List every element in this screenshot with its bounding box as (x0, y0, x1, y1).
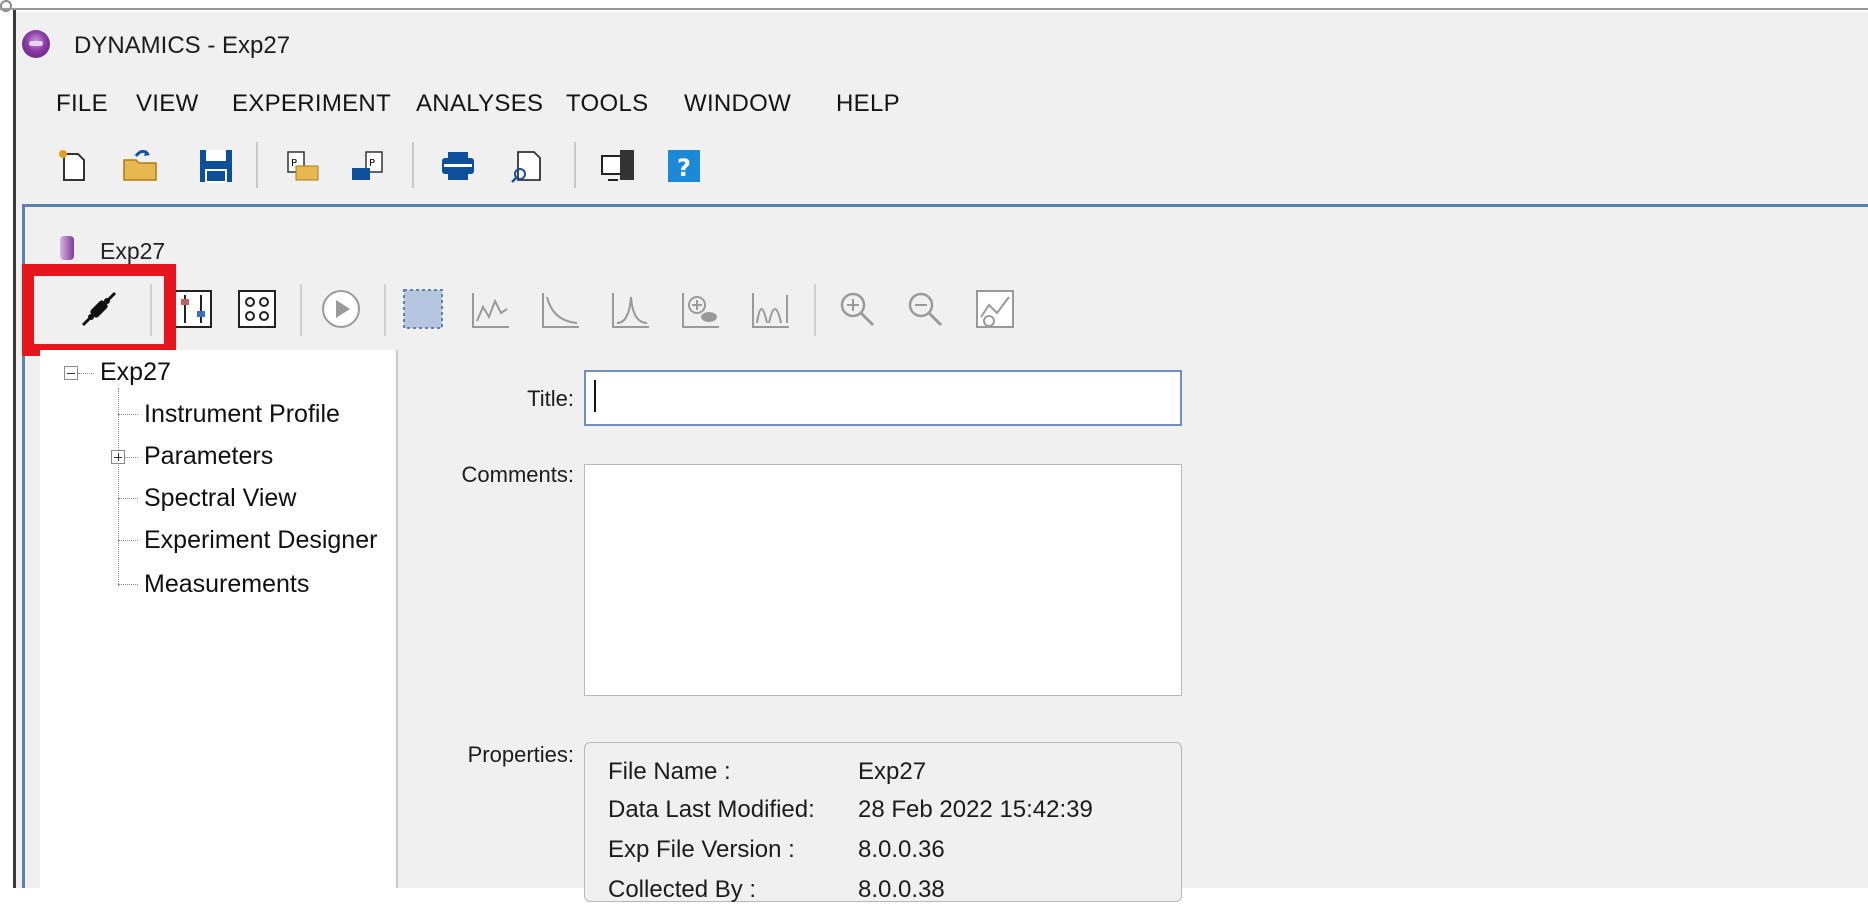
plate-icon[interactable] (232, 284, 282, 334)
app-logo-icon (22, 30, 50, 58)
window-left-border (13, 10, 16, 888)
collapse-icon[interactable] (64, 366, 78, 380)
tree-connector (118, 584, 138, 585)
menu-window[interactable]: WINDOW (684, 90, 791, 118)
prop-key: File Name : (608, 758, 731, 785)
zoom-out-icon[interactable] (900, 284, 950, 334)
tree-connector (78, 373, 94, 374)
tree-root[interactable]: Exp27 (100, 358, 171, 387)
toolbar-separator (412, 142, 414, 188)
properties-label: Properties: (467, 742, 574, 767)
prop-key: Exp File Version : (608, 836, 795, 863)
tree-connector (125, 457, 138, 458)
toolbar-separator (814, 284, 816, 336)
instrument-window-icon[interactable] (596, 144, 640, 188)
text-caret (594, 380, 596, 412)
decay-icon[interactable] (536, 284, 586, 334)
svg-text:P: P (369, 158, 375, 169)
window-top-border (0, 8, 1868, 10)
highlight-box (22, 264, 176, 356)
expand-icon[interactable] (111, 450, 125, 464)
tree-item-measurements[interactable]: Measurements (144, 570, 309, 599)
print-icon[interactable] (436, 144, 480, 188)
experiment-doc-icon (60, 236, 74, 260)
tree-item-instrument-profile[interactable]: Instrument Profile (144, 400, 340, 429)
title-label: Title: (527, 386, 574, 411)
prop-value: Exp27 (858, 758, 927, 785)
window-corner-handle (0, 0, 12, 12)
toolbar-separator (384, 284, 386, 336)
zoom-in-icon[interactable] (832, 284, 882, 334)
tree-item-spectral-view[interactable]: Spectral View (144, 484, 296, 513)
spectrum-icon[interactable] (466, 284, 516, 334)
tree-item-parameters[interactable]: Parameters (144, 442, 273, 471)
save-icon[interactable] (194, 144, 238, 188)
menu-help[interactable]: HELP (836, 90, 900, 118)
help-icon[interactable]: ? (662, 144, 706, 188)
distribution-icon[interactable] (746, 284, 796, 334)
chart-settings-icon[interactable] (970, 284, 1020, 334)
app-title: DYNAMICS - Exp27 (74, 32, 291, 59)
open-folder-icon[interactable] (118, 144, 162, 188)
export-icon[interactable]: P (280, 144, 324, 188)
tree-connector (118, 414, 138, 415)
comments-field[interactable] (584, 464, 1182, 696)
prop-key: Collected By : (608, 876, 757, 903)
new-file-icon[interactable] (52, 144, 96, 188)
play-icon[interactable] (316, 284, 366, 334)
prop-key: Data Last Modified: (608, 796, 815, 823)
help-icon-label: ? (677, 154, 691, 182)
tree-connector (118, 540, 138, 541)
tree-item-experiment-designer[interactable]: Experiment Designer (144, 526, 396, 555)
toolbar-separator (574, 142, 576, 188)
document-title: Exp27 (100, 238, 166, 264)
peak-icon[interactable] (606, 284, 656, 334)
toolbar-separator (300, 284, 302, 336)
menu-experiment[interactable]: EXPERIMENT (232, 90, 391, 118)
experiment-tree (40, 350, 396, 888)
menu-tools[interactable]: TOOLS (566, 90, 648, 118)
title-input[interactable] (586, 372, 1180, 424)
toolbar-separator (256, 142, 258, 188)
tree-connector (118, 498, 138, 499)
title-field[interactable] (584, 370, 1182, 426)
menu-view[interactable]: VIEW (136, 90, 199, 118)
prop-value: 28 Feb 2022 15:42:39 (858, 796, 1093, 823)
select-region-icon[interactable] (398, 284, 448, 334)
prop-value: 8.0.0.38 (858, 876, 945, 903)
tree-connector (118, 388, 119, 586)
prop-value: 8.0.0.36 (858, 836, 945, 863)
splitter[interactable] (396, 350, 398, 888)
comments-label: Comments: (461, 462, 574, 487)
menu-file[interactable]: FILE (56, 90, 108, 118)
import-icon[interactable]: P (346, 144, 390, 188)
add-analysis-icon[interactable] (676, 284, 726, 334)
print-preview-icon[interactable] (506, 144, 550, 188)
menu-analyses[interactable]: ANALYSES (416, 90, 543, 118)
